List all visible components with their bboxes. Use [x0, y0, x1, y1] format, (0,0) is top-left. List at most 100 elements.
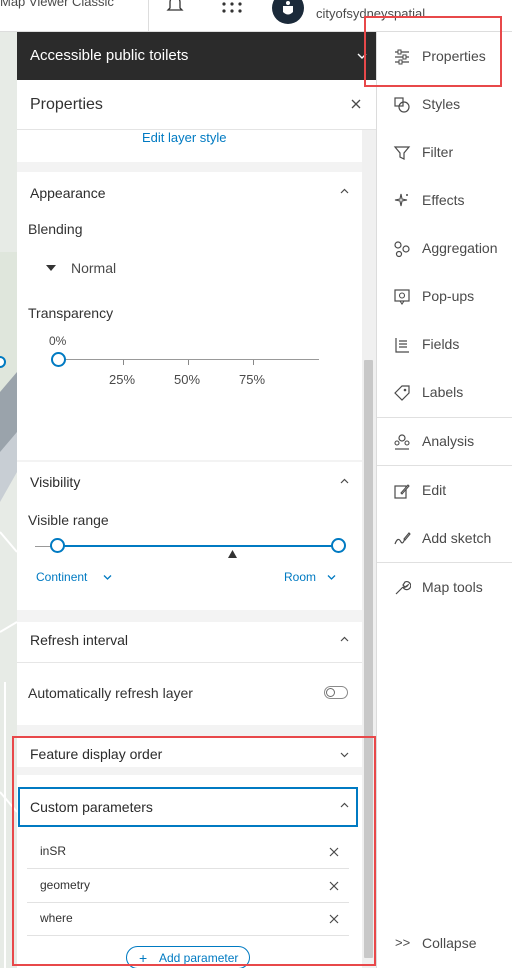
map-view[interactable]	[0, 32, 17, 968]
toggle-knob	[326, 688, 335, 697]
remove-icon[interactable]	[329, 881, 339, 891]
add-parameter-button[interactable]: + Add parameter	[126, 946, 250, 968]
close-icon[interactable]	[350, 98, 362, 110]
transparency-value: 0%	[49, 334, 67, 348]
custom-parameters-section: Custom parameters inSR geometry where + …	[17, 775, 362, 968]
panel-title: Properties	[30, 96, 103, 113]
sketch-icon	[394, 532, 411, 545]
chevron-down-icon[interactable]	[327, 574, 336, 581]
visible-range-fill[interactable]	[57, 545, 339, 547]
chevron-down-icon[interactable]	[339, 749, 350, 760]
rail-item-filter[interactable]: Filter	[377, 128, 512, 176]
sliders-icon	[395, 49, 409, 65]
parameter-row[interactable]: where	[27, 903, 349, 936]
appearance-section: Appearance Blending Normal Transparency …	[17, 172, 362, 460]
tick	[123, 360, 124, 365]
rail-label: Aggregation	[422, 240, 498, 256]
edit-style-section: Edit layer style	[17, 130, 362, 162]
remove-icon[interactable]	[329, 847, 339, 857]
rail-label: Add sketch	[422, 530, 492, 546]
rail-label: Effects	[422, 192, 465, 208]
parameter-row[interactable]: inSR	[27, 836, 349, 869]
layer-title: Accessible public toilets	[30, 47, 189, 64]
plus-icon: +	[139, 950, 148, 966]
rail-item-popups[interactable]: Pop-ups	[377, 272, 512, 320]
blending-select[interactable]: Normal	[71, 260, 116, 276]
filter-icon	[393, 146, 411, 160]
rail-item-styles[interactable]: Styles	[377, 80, 512, 128]
auto-refresh-toggle[interactable]	[324, 686, 348, 699]
app-name[interactable]: Map Viewer Classic	[0, 0, 114, 9]
chevron-down-icon[interactable]	[356, 50, 368, 62]
transparency-slider-track[interactable]	[59, 359, 319, 360]
chevron-up-icon[interactable]	[339, 186, 350, 197]
rail-item-labels[interactable]: Labels	[377, 368, 512, 416]
top-bar: Map Viewer Classic cityofsydneyspatial	[0, 0, 512, 32]
tick-label-25: 25%	[109, 372, 136, 387]
avatar[interactable]	[272, 0, 304, 24]
collapse-label: Collapse	[422, 935, 477, 951]
scrollbar[interactable]	[362, 130, 376, 968]
wrench-icon	[395, 581, 411, 595]
collapse-button[interactable]: >> Collapse	[377, 919, 512, 967]
transparency-label: Transparency	[28, 305, 114, 321]
rail-label: Analysis	[422, 433, 475, 449]
blending-label: Blending	[28, 221, 83, 237]
appearance-title[interactable]: Appearance	[30, 185, 106, 201]
bell-icon[interactable]	[165, 0, 185, 16]
parameter-name: inSR	[40, 844, 67, 858]
tick	[188, 360, 189, 365]
parameter-row[interactable]: geometry	[27, 870, 349, 903]
rail-item-edit[interactable]: Edit	[377, 466, 512, 514]
min-scale-select[interactable]: Continent	[36, 570, 87, 584]
effects-icon	[394, 193, 408, 207]
max-scale-select[interactable]: Room	[284, 570, 316, 584]
rail-label: Filter	[422, 144, 454, 160]
rail-label: Fields	[422, 336, 460, 352]
rail-item-add-sketch[interactable]: Add sketch	[377, 514, 512, 562]
remove-icon[interactable]	[329, 914, 339, 924]
parameter-name: geometry	[40, 878, 91, 892]
layer-header[interactable]: Accessible public toilets	[17, 32, 376, 80]
double-chevron-icon: >>	[395, 935, 411, 950]
chevron-up-icon[interactable]	[339, 476, 350, 487]
visible-range-label: Visible range	[28, 512, 109, 528]
edit-layer-style-link[interactable]: Edit layer style	[142, 130, 227, 145]
rail-item-properties[interactable]: Properties	[377, 32, 512, 80]
range-max-handle[interactable]	[331, 538, 346, 553]
visibility-section: Visibility Visible range Continent Room	[17, 462, 362, 610]
rail-item-fields[interactable]: Fields	[377, 320, 512, 368]
popup-icon	[394, 289, 410, 305]
labels-icon	[394, 385, 410, 401]
rail-label: Labels	[422, 384, 464, 400]
properties-scroll-area[interactable]: Edit layer style Appearance Blending Nor…	[17, 130, 376, 968]
refresh-title[interactable]: Refresh interval	[30, 632, 128, 648]
rail-label: Edit	[422, 482, 447, 498]
rail-label: Styles	[422, 96, 461, 112]
app-launcher-icon[interactable]	[220, 0, 244, 18]
range-min-handle[interactable]	[50, 538, 65, 553]
tick	[253, 360, 254, 365]
current-scale-marker-icon	[228, 550, 237, 558]
styles-icon	[394, 97, 410, 113]
username[interactable]: cityofsydneyspatial	[316, 6, 425, 21]
chevron-down-icon[interactable]	[103, 574, 112, 581]
chevron-up-icon[interactable]	[339, 634, 350, 645]
visibility-title[interactable]: Visibility	[30, 474, 80, 490]
auto-refresh-label: Automatically refresh layer	[28, 685, 193, 701]
transparency-slider-handle[interactable]	[51, 352, 66, 367]
tick-label-50: 50%	[174, 372, 201, 387]
feature-order-section: Feature display order	[17, 737, 362, 767]
chevron-up-icon[interactable]	[339, 800, 350, 811]
rail-item-aggregation[interactable]: Aggregation	[377, 224, 512, 272]
add-parameter-label: Add parameter	[159, 951, 239, 965]
rail-item-effects[interactable]: Effects	[377, 176, 512, 224]
scrollbar-thumb[interactable]	[364, 360, 373, 958]
custom-parameters-title[interactable]: Custom parameters	[30, 799, 153, 815]
rail-item-map-tools[interactable]: Map tools	[377, 563, 512, 611]
dropdown-caret-icon[interactable]	[46, 265, 56, 271]
properties-header: Properties	[17, 80, 376, 130]
refresh-section: Refresh interval Automatically refresh l…	[17, 622, 362, 725]
rail-item-analysis[interactable]: Analysis	[377, 417, 512, 465]
feature-order-title[interactable]: Feature display order	[30, 746, 162, 762]
